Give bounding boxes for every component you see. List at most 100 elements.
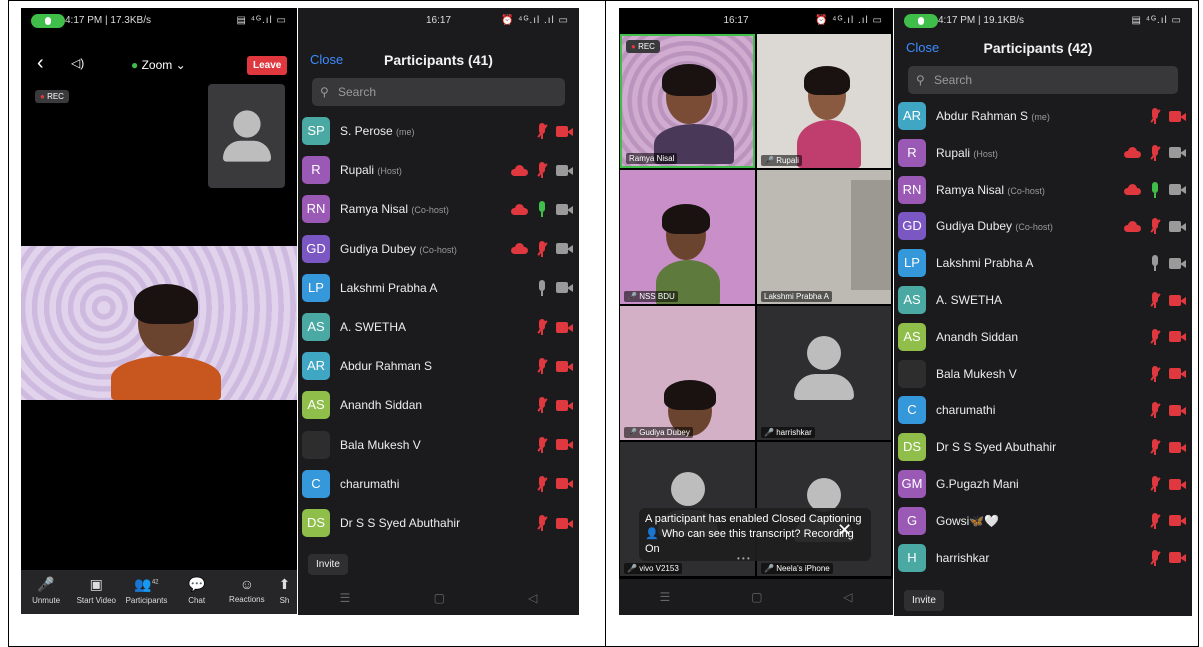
- participant-name-text: Anandh Siddan: [340, 398, 423, 413]
- video-tile[interactable]: ● REC Ramya Nisal: [620, 34, 755, 168]
- participant-name: Dr S S Syed Abuthahir: [340, 516, 460, 530]
- video-tile[interactable]: 🎤 NSS BDU: [620, 170, 755, 304]
- participant-row[interactable]: DS Dr S S Syed Abuthahir: [298, 507, 579, 539]
- participant-row[interactable]: GD Gudiya Dubey (Co-host): [894, 210, 1192, 242]
- participant-row[interactable]: SP S. Perose (me): [298, 115, 579, 147]
- avatar: [898, 359, 926, 388]
- avatar: SP: [302, 117, 330, 145]
- participant-row[interactable]: AS Anandh Siddan: [298, 389, 579, 421]
- status-time: 4:17 PM | 17.3KB/s: [65, 15, 151, 26]
- participant-row[interactable]: AR Abdur Rahman S: [298, 350, 579, 382]
- start-video-button[interactable]: ▣ Start Video: [71, 570, 121, 614]
- menu-nav-icon[interactable]: ☰: [340, 591, 351, 605]
- participant-name-text: S. Perose: [340, 124, 393, 138]
- participant-row[interactable]: AS A. SWETHA: [894, 284, 1192, 316]
- avatar: AS: [898, 286, 926, 314]
- mic-muted-icon: [1149, 439, 1161, 456]
- participant-name: Rupali (Host): [936, 146, 998, 160]
- video-tile[interactable]: Lakshmi Prabha A: [757, 170, 891, 304]
- back-icon[interactable]: ‹: [37, 52, 44, 75]
- participant-name-text: charumathi: [340, 476, 400, 491]
- participant-status-icons: [536, 122, 573, 140]
- participant-row[interactable]: GM G.Pugazh Mani: [894, 468, 1192, 500]
- chat-icon: 💬: [187, 576, 206, 592]
- search-input[interactable]: ⚲ Search: [312, 78, 565, 106]
- participant-row[interactable]: R Rupali (Host): [894, 137, 1192, 169]
- participant-role: (Host): [973, 148, 998, 159]
- invite-button[interactable]: Invite: [308, 554, 348, 575]
- rec-label: REC: [638, 42, 655, 51]
- participant-name: Rupali (Host): [340, 163, 402, 177]
- back-nav-icon[interactable]: ◁: [843, 590, 852, 604]
- participant-row[interactable]: GD Gudiya Dubey (Co-host): [298, 233, 579, 265]
- rec-label: REC: [47, 92, 64, 101]
- participant-row[interactable]: Bala Mukesh V: [298, 429, 579, 461]
- participant-row[interactable]: LP Lakshmi Prabha A: [894, 247, 1192, 279]
- unmute-button[interactable]: 🎤 Unmute: [21, 570, 71, 614]
- participant-name-text: Ramya Nisal: [936, 182, 1005, 197]
- video-tile[interactable]: 🎤 harrishkar: [757, 306, 891, 440]
- participant-row[interactable]: Ccharumathi: [894, 394, 1192, 426]
- avatar: G: [898, 506, 926, 535]
- mic-muted-icon: [1149, 144, 1161, 161]
- participant-row[interactable]: DS Dr S S Syed Abuthahir: [894, 431, 1192, 463]
- chat-button[interactable]: 💬 Chat: [172, 570, 222, 614]
- participant-video: [654, 64, 734, 164]
- participant-row[interactable]: R Rupali (Host): [298, 154, 579, 186]
- video-tile[interactable]: 🎤 Rupali: [757, 34, 891, 168]
- tile-label: Ramya Nisal: [626, 153, 678, 164]
- home-nav-icon[interactable]: ▢: [434, 591, 445, 605]
- participant-row[interactable]: LP Lakshmi Prabha A: [298, 272, 579, 304]
- participant-row[interactable]: RN Ramya Nisal (Co-host): [894, 174, 1192, 206]
- participant-status-icons: [1149, 475, 1186, 493]
- participant-row[interactable]: Bala Mukesh V: [894, 358, 1192, 390]
- self-video-thumbnail[interactable]: [208, 84, 285, 188]
- search-input[interactable]: ⚲ Search: [908, 66, 1178, 94]
- participant-status-icons: [1149, 549, 1186, 567]
- video-off-icon: [1169, 294, 1186, 306]
- participant-status-icons: [536, 357, 573, 375]
- reactions-icon: ☺: [239, 576, 254, 592]
- back-nav-icon[interactable]: ◁: [528, 591, 537, 605]
- participant-name: Ramya Nisal (Co-host): [340, 202, 449, 216]
- participant-row[interactable]: G Gowsi🦋🤍: [894, 505, 1192, 537]
- speaker-icon[interactable]: ◁): [71, 56, 84, 70]
- video-off-icon: [556, 517, 573, 529]
- video-tile[interactable]: 🎤 Gudiya Dubey: [620, 306, 755, 440]
- invite-button[interactable]: Invite: [904, 590, 944, 611]
- reactions-button[interactable]: ☺ Reactions: [222, 570, 272, 614]
- participant-name-text: Rupali: [340, 163, 375, 178]
- participant-row[interactable]: Hharrishkar: [894, 542, 1192, 574]
- participant-name: G.Pugazh Mani: [936, 477, 1019, 491]
- active-speaker-video: [21, 246, 297, 400]
- mic-muted-icon: [536, 475, 548, 492]
- call-indicator-icon: [904, 14, 938, 28]
- mic-muted-icon: [536, 515, 548, 531]
- cloud-recording-icon: [1124, 184, 1141, 196]
- menu-nav-icon[interactable]: ☰: [659, 590, 670, 604]
- participant-row[interactable]: Ccharumathi: [298, 468, 579, 500]
- gallery-screen-right: 16:17 ⏰ ⁴ᴳ.ıl .ıl ▭ ● REC Ramya Nisal 🎤 …: [619, 8, 893, 615]
- participants-button[interactable]: 👥42 Participants: [121, 570, 171, 614]
- search-placeholder: Search: [338, 85, 377, 99]
- android-nav-bar: ☰ ▢ ◁: [619, 579, 893, 615]
- avatar: H: [898, 543, 926, 572]
- rec-dot-icon: ●: [631, 42, 639, 51]
- participant-row[interactable]: RN Ramya Nisal (Co-host): [298, 193, 579, 225]
- participant-row[interactable]: AS Anandh Siddan: [894, 321, 1192, 353]
- home-nav-icon[interactable]: ▢: [751, 590, 762, 604]
- leave-button[interactable]: Leave: [247, 56, 288, 75]
- participant-name-text: Gowsi🦋🤍: [936, 513, 1000, 528]
- participant-name: Bala Mukesh V: [340, 438, 421, 452]
- mic-muted-icon: [1149, 108, 1161, 124]
- caption-close-icon[interactable]: ✕: [837, 520, 852, 541]
- participant-row[interactable]: AR Abdur Rahman S (me): [894, 100, 1192, 132]
- zoom-menu[interactable]: ● Zoom ⌄: [131, 58, 186, 72]
- avatar: LP: [898, 249, 926, 278]
- avatar: AS: [302, 391, 330, 420]
- participant-row[interactable]: AS A. SWETHA: [298, 311, 579, 343]
- participant-name-text: harrishkar: [936, 550, 990, 565]
- participant-name-text: Dr S S Syed Abuthahir: [340, 516, 461, 530]
- video-off-icon: [1169, 331, 1186, 343]
- share-button[interactable]: ⬆ Sh: [272, 570, 297, 614]
